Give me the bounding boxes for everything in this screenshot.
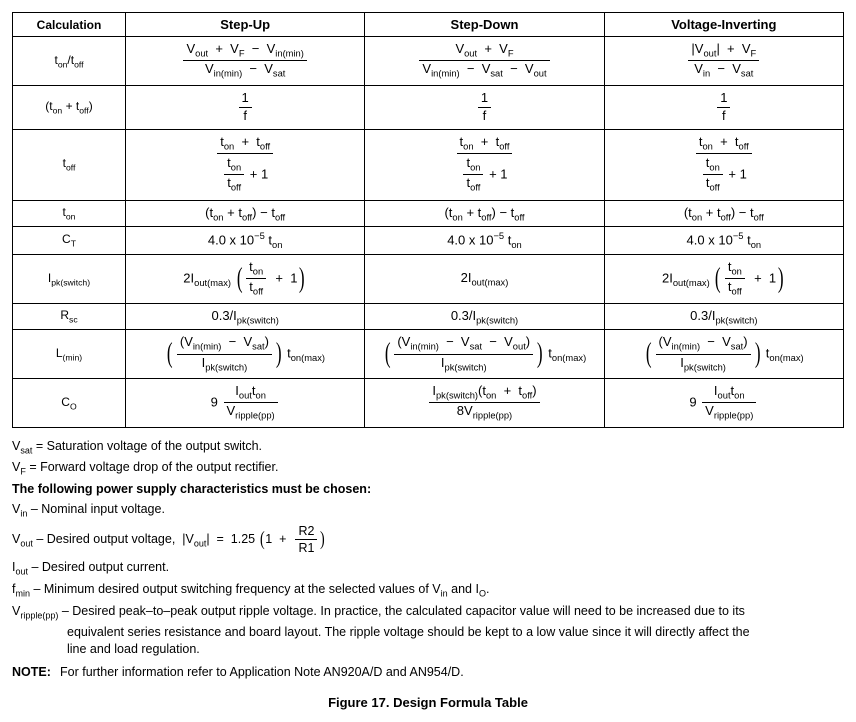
row-ct: CT 4.0 x 10−5 ton 4.0 x 10−5 ton 4.0 x 1…: [13, 227, 844, 255]
design-formula-table: Calculation Step-Up Step-Down Voltage-In…: [12, 12, 844, 428]
cell-calc: L(min): [13, 330, 126, 379]
cell-voltage-inverting: ton + tofftontoff + 1: [604, 129, 843, 200]
cell-calc: CT: [13, 227, 126, 255]
note-label: NOTE:: [12, 664, 60, 681]
cell-step-up: 2Iout(max) (tontoff + 1): [126, 255, 365, 304]
note-heading: The following power supply characteristi…: [12, 481, 844, 498]
cell-calc: Rsc: [13, 303, 126, 330]
note-vsat: Vsat = Saturation voltage of the output …: [12, 438, 844, 457]
col-calculation: Calculation: [13, 13, 126, 37]
col-step-up: Step-Up: [126, 13, 365, 37]
cell-step-up: 0.3/Ipk(switch): [126, 303, 365, 330]
cell-step-up: Vout + VF − Vin(min)Vin(min) − Vsat: [126, 37, 365, 86]
row-lmin: L(min) ((Vin(min) − Vsat)Ipk(switch)) to…: [13, 330, 844, 379]
cell-step-up: ((Vin(min) − Vsat)Ipk(switch)) ton(max): [126, 330, 365, 379]
cell-calc: (ton + toff): [13, 85, 126, 129]
row-ipk-switch: Ipk(switch) 2Iout(max) (tontoff + 1) 2Io…: [13, 255, 844, 304]
note-vf: VF = Forward voltage drop of the output …: [12, 459, 844, 478]
row-ton-plus-toff: (ton + toff) 1f 1f 1f: [13, 85, 844, 129]
note-vripple-cont2: line and load regulation.: [12, 641, 844, 658]
cell-step-down: Vout + VFVin(min) − Vsat − Vout: [365, 37, 604, 86]
cell-calc: ton/toff: [13, 37, 126, 86]
row-ton: ton (ton + toff) − toff (ton + toff) − t…: [13, 200, 844, 227]
cell-calc: ton: [13, 200, 126, 227]
note-fmin: fmin – Minimum desired output switching …: [12, 581, 844, 600]
figure-caption: Figure 17. Design Formula Table: [12, 695, 844, 710]
cell-voltage-inverting: 2Iout(max) (tontoff + 1): [604, 255, 843, 304]
cell-voltage-inverting: ((Vin(min) − Vsat)Ipk(switch)) ton(max): [604, 330, 843, 379]
col-step-down: Step-Down: [365, 13, 604, 37]
cell-step-down: 1f: [365, 85, 604, 129]
cell-step-up: 1f: [126, 85, 365, 129]
cell-voltage-inverting: 4.0 x 10−5 ton: [604, 227, 843, 255]
note-vripple: Vripple(pp) – Desired peak–to–peak outpu…: [12, 603, 844, 622]
cell-step-up: ton + tofftontoff + 1: [126, 129, 365, 200]
note-text: For further information refer to Applica…: [60, 664, 464, 681]
note-iout: Iout – Desired output current.: [12, 559, 844, 578]
col-voltage-inverting: Voltage-Inverting: [604, 13, 843, 37]
cell-step-up: (ton + toff) − toff: [126, 200, 365, 227]
cell-voltage-inverting: (ton + toff) − toff: [604, 200, 843, 227]
cell-calc: CO: [13, 379, 126, 428]
row-co: CO 9 IouttonVripple(pp) Ipk(switch)(ton …: [13, 379, 844, 428]
cell-voltage-inverting: |Vout| + VFVin − Vsat: [604, 37, 843, 86]
cell-step-down: ton + tofftontoff + 1: [365, 129, 604, 200]
cell-voltage-inverting: 9 IouttonVripple(pp): [604, 379, 843, 428]
cell-step-down: ((Vin(min) − Vsat − Vout)Ipk(switch)) to…: [365, 330, 604, 379]
cell-step-down: 4.0 x 10−5 ton: [365, 227, 604, 255]
cell-step-down: 2Iout(max): [365, 255, 604, 304]
row-rsc: Rsc 0.3/Ipk(switch) 0.3/Ipk(switch) 0.3/…: [13, 303, 844, 330]
note-vout: Vout – Desired output voltage, |Vout| = …: [12, 523, 844, 557]
cell-step-down: Ipk(switch)(ton + toff)8Vripple(pp): [365, 379, 604, 428]
notes-section: Vsat = Saturation voltage of the output …: [12, 438, 844, 681]
cell-calc: toff: [13, 129, 126, 200]
cell-voltage-inverting: 1f: [604, 85, 843, 129]
cell-step-down: (ton + toff) − toff: [365, 200, 604, 227]
note-vripple-cont1: equivalent series resistance and board l…: [12, 624, 844, 641]
cell-calc: Ipk(switch): [13, 255, 126, 304]
note-vin: Vin – Nominal input voltage.: [12, 501, 844, 520]
row-toff: toff ton + tofftontoff + 1 ton + toffton…: [13, 129, 844, 200]
row-ton-toff-ratio: ton/toff Vout + VF − Vin(min)Vin(min) − …: [13, 37, 844, 86]
cell-step-down: 0.3/Ipk(switch): [365, 303, 604, 330]
cell-step-up: 4.0 x 10−5 ton: [126, 227, 365, 255]
cell-step-up: 9 IouttonVripple(pp): [126, 379, 365, 428]
cell-voltage-inverting: 0.3/Ipk(switch): [604, 303, 843, 330]
